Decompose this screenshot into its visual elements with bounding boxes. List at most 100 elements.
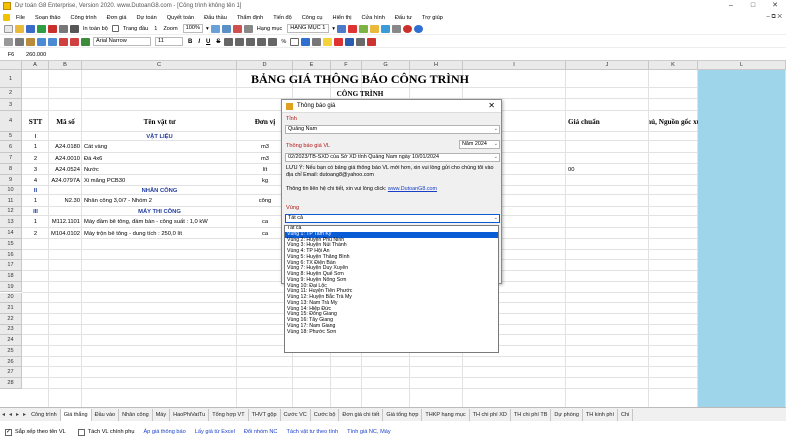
- column-header[interactable]: E: [293, 61, 331, 70]
- cut-icon[interactable]: [4, 37, 13, 46]
- stop-icon[interactable]: [403, 24, 413, 33]
- row-header[interactable]: 1: [0, 70, 22, 88]
- insert-row-icon[interactable]: [59, 37, 68, 46]
- formula-input[interactable]: 260.000: [26, 52, 46, 58]
- sheet-tab[interactable]: Nhân công: [119, 408, 153, 421]
- layout-icon[interactable]: [337, 24, 347, 33]
- row-header[interactable]: 26: [0, 356, 22, 368]
- delete-row-icon[interactable]: [70, 37, 79, 46]
- row-header[interactable]: 22: [0, 313, 22, 325]
- folder-icon[interactable]: [370, 24, 380, 33]
- menu-help[interactable]: Trợ giúp: [417, 15, 448, 21]
- sheet-tab[interactable]: THVT gộp: [249, 408, 281, 421]
- menu-tools[interactable]: Công cụ: [297, 15, 328, 21]
- notice-select[interactable]: 02/2023/TB-SXD của Sở XD tỉnh Quảng Nam …: [285, 153, 500, 162]
- sheet-tab[interactable]: Chi: [618, 408, 634, 421]
- decimal-icon[interactable]: [290, 37, 300, 46]
- tool-icon[interactable]: [381, 24, 391, 33]
- sheet-tab[interactable]: TH kinh phí: [583, 408, 619, 421]
- column-header[interactable]: A: [22, 61, 49, 70]
- column-header[interactable]: C: [82, 61, 237, 70]
- new-file-icon[interactable]: [4, 24, 13, 33]
- row-header[interactable]: 12: [0, 207, 22, 216]
- print-icon[interactable]: [70, 24, 79, 33]
- row-header[interactable]: 23: [0, 324, 22, 336]
- sort-icon[interactable]: [81, 37, 90, 46]
- menu-view[interactable]: Hiển thị: [328, 15, 357, 21]
- row-header[interactable]: 13: [0, 216, 22, 228]
- menu-edit[interactable]: Soạn thảo: [30, 15, 66, 21]
- row-header[interactable]: 14: [0, 228, 22, 239]
- font-name-select[interactable]: Arial Narrow: [93, 37, 151, 46]
- row-header[interactable]: 20: [0, 292, 22, 304]
- row-header[interactable]: 25: [0, 346, 22, 357]
- menu-appraisal[interactable]: Thẩm định: [232, 15, 268, 21]
- refresh-icon[interactable]: [359, 24, 369, 33]
- sheet-tab[interactable]: Giá thắng: [60, 408, 92, 421]
- menu-estimate[interactable]: Dự toán: [132, 15, 162, 21]
- sheet-tab[interactable]: Máy: [153, 408, 171, 421]
- category-dropdown-icon[interactable]: ▾: [332, 26, 335, 32]
- row-header[interactable]: 6: [0, 141, 22, 153]
- italic-button[interactable]: I: [198, 39, 200, 45]
- pdf-export-icon[interactable]: [48, 24, 57, 33]
- zoom-out-icon[interactable]: [221, 24, 231, 33]
- font-color-icon[interactable]: [334, 37, 344, 46]
- sheet-tab[interactable]: Giá tổng hợp: [383, 408, 423, 421]
- print-all-button[interactable]: In toàn bộ: [83, 26, 108, 32]
- row-header[interactable]: 16: [0, 249, 22, 261]
- save-icon[interactable]: [26, 24, 35, 33]
- menu-project[interactable]: Công trình: [66, 15, 102, 21]
- delete-icon[interactable]: [348, 24, 358, 33]
- excel-export-icon[interactable]: [37, 24, 46, 33]
- minimize-button[interactable]: –: [720, 0, 742, 12]
- undo-icon[interactable]: [37, 37, 46, 46]
- menu-investment[interactable]: Đấu tư: [390, 15, 417, 21]
- split-material-option[interactable]: Tách VL chính phụ: [77, 428, 134, 436]
- help-icon[interactable]: [414, 24, 424, 33]
- column-header[interactable]: K: [649, 61, 698, 70]
- sheet-tab[interactable]: TH chi phí TB: [511, 408, 552, 421]
- year-select[interactable]: Năm 2024 ⌄: [459, 140, 500, 149]
- row-header[interactable]: 3: [0, 99, 22, 111]
- row-header[interactable]: 10: [0, 186, 22, 195]
- grid-icon[interactable]: [356, 37, 366, 46]
- column-header[interactable]: J: [566, 61, 649, 70]
- row-header[interactable]: 28: [0, 378, 22, 389]
- split-material-by-calc-link[interactable]: Tách vật tư theo tính: [286, 429, 338, 435]
- row-header[interactable]: 7: [0, 153, 22, 164]
- sheet-tab[interactable]: Cước VC: [281, 408, 311, 421]
- corner-select-all[interactable]: [0, 61, 22, 70]
- column-header[interactable]: D: [237, 61, 293, 70]
- sheet-tab[interactable]: Cước bộ: [311, 408, 340, 421]
- column-header[interactable]: L: [698, 61, 786, 70]
- redo-icon[interactable]: [48, 37, 57, 46]
- sheet-tab[interactable]: THKP hạng mục: [422, 408, 470, 421]
- menu-unit-price[interactable]: Đơn giá: [102, 15, 132, 21]
- row-header[interactable]: 8: [0, 164, 22, 175]
- fill-color-icon[interactable]: [323, 37, 333, 46]
- settings-icon[interactable]: [392, 24, 402, 33]
- justify-icon[interactable]: [257, 37, 267, 46]
- sheet-tab[interactable]: Công trình: [28, 408, 61, 421]
- zoom-select[interactable]: 100%: [182, 24, 203, 33]
- row-header[interactable]: 18: [0, 271, 22, 282]
- menu-schedule[interactable]: Tiến độ: [268, 15, 296, 21]
- tab-scroll-button[interactable]: ◂: [7, 411, 14, 418]
- province-select[interactable]: Quảng Nam ⌄: [285, 125, 500, 134]
- row-header[interactable]: 19: [0, 281, 22, 293]
- border-icon[interactable]: [301, 37, 311, 46]
- sheet-tab[interactable]: HaoPhiVatTu: [170, 408, 210, 421]
- strikethrough-button[interactable]: S: [216, 39, 220, 45]
- sheet-tab[interactable]: Đơn giá chi tiết: [339, 408, 384, 421]
- row-header[interactable]: 2: [0, 88, 22, 99]
- row-header[interactable]: 27: [0, 367, 22, 379]
- row-header[interactable]: 11: [0, 195, 22, 207]
- align-right-icon[interactable]: [246, 37, 256, 46]
- column-header[interactable]: G: [362, 61, 410, 70]
- row-header[interactable]: 24: [0, 335, 22, 346]
- zoom-in-icon[interactable]: [210, 24, 220, 33]
- row-header[interactable]: 9: [0, 175, 22, 186]
- column-header[interactable]: H: [410, 61, 463, 70]
- menu-bidding[interactable]: Đấu thầu: [199, 15, 232, 21]
